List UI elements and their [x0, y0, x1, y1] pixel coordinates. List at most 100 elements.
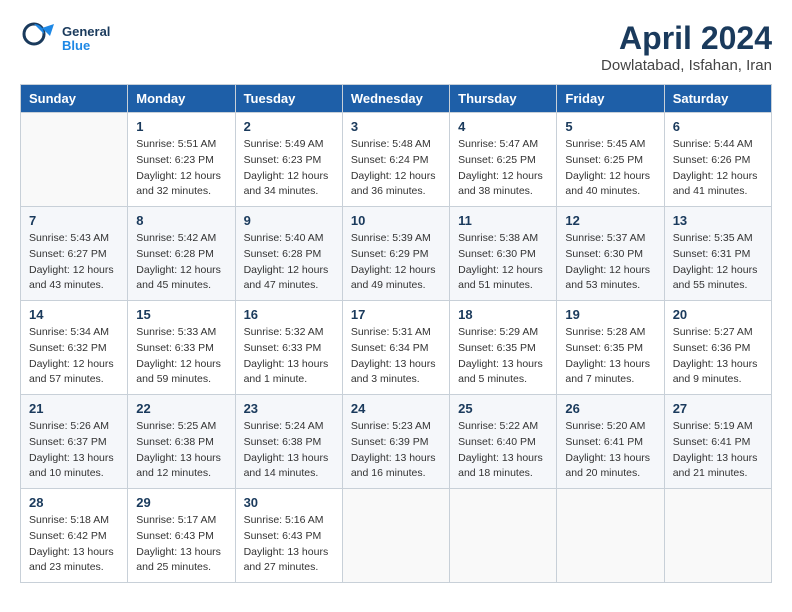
- calendar-cell: 19Sunrise: 5:28 AMSunset: 6:35 PMDayligh…: [557, 301, 664, 395]
- calendar-week-row: 21 Sunrise: 5:26 AMSunset: 6:37 PMDayligh…: [21, 395, 772, 489]
- day-details: Sunrise: 5:37 AMSunset: 6:30 PMDaylight:…: [565, 231, 655, 294]
- day-details: Sunrise: 5:38 AMSunset: 6:30 PMDaylight:…: [458, 231, 548, 294]
- location-title: Dowlatabad, Isfahan, Iran: [601, 57, 772, 74]
- calendar-cell: [664, 489, 771, 583]
- day-number: 5: [565, 119, 655, 134]
- calendar-cell: 14 Sunrise: 5:34 AMSunset: 6:32 PMDayligh…: [21, 301, 128, 395]
- day-details: Sunrise: 5:51 AMSunset: 6:23 PMDaylight:…: [136, 137, 226, 200]
- calendar-cell: 23 Sunrise: 5:24 AMSunset: 6:38 PMDayligh…: [235, 395, 342, 489]
- calendar-cell: 7 Sunrise: 5:43 AMSunset: 6:27 PMDaylight…: [21, 207, 128, 301]
- day-number: 6: [673, 119, 763, 134]
- calendar-table: SundayMondayTuesdayWednesdayThursdayFrid…: [20, 84, 772, 583]
- calendar-cell: 17Sunrise: 5:31 AMSunset: 6:34 PMDayligh…: [342, 301, 449, 395]
- day-details: Sunrise: 5:40 AMSunset: 6:28 PMDaylight:…: [244, 231, 334, 294]
- calendar-week-row: 28Sunrise: 5:18 AMSunset: 6:42 PMDayligh…: [21, 489, 772, 583]
- day-details: Sunrise: 5:39 AMSunset: 6:29 PMDaylight:…: [351, 231, 441, 294]
- day-number: 3: [351, 119, 441, 134]
- day-number: 23: [244, 401, 334, 416]
- day-number: 16: [244, 307, 334, 322]
- day-details: Sunrise: 5:44 AMSunset: 6:26 PMDaylight:…: [673, 137, 763, 200]
- logo-blue: Blue: [62, 39, 110, 53]
- calendar-cell: 9 Sunrise: 5:40 AMSunset: 6:28 PMDaylight…: [235, 207, 342, 301]
- calendar-header-monday: Monday: [128, 85, 235, 113]
- day-number: 15: [136, 307, 226, 322]
- day-number: 9: [244, 213, 334, 228]
- day-details: Sunrise: 5:49 AMSunset: 6:23 PMDaylight:…: [244, 137, 334, 200]
- day-number: 20: [673, 307, 763, 322]
- calendar-week-row: 14 Sunrise: 5:34 AMSunset: 6:32 PMDayligh…: [21, 301, 772, 395]
- calendar-cell: [450, 489, 557, 583]
- calendar-header-friday: Friday: [557, 85, 664, 113]
- day-number: 8: [136, 213, 226, 228]
- day-number: 1: [136, 119, 226, 134]
- day-number: 21: [29, 401, 119, 416]
- day-number: 4: [458, 119, 548, 134]
- day-number: 18: [458, 307, 548, 322]
- calendar-cell: 27 Sunrise: 5:19 AMSunset: 6:41 PMDayligh…: [664, 395, 771, 489]
- title-area: April 2024 Dowlatabad, Isfahan, Iran: [601, 20, 772, 74]
- day-details: Sunrise: 5:32 AMSunset: 6:33 PMDaylight:…: [244, 325, 334, 388]
- calendar-cell: 11 Sunrise: 5:38 AMSunset: 6:30 PMDayligh…: [450, 207, 557, 301]
- calendar-cell: 15 Sunrise: 5:33 AMSunset: 6:33 PMDayligh…: [128, 301, 235, 395]
- calendar-cell: 29 Sunrise: 5:17 AMSunset: 6:43 PMDayligh…: [128, 489, 235, 583]
- day-number: 2: [244, 119, 334, 134]
- calendar-header-wednesday: Wednesday: [342, 85, 449, 113]
- logo-general: General: [62, 25, 110, 39]
- calendar-cell: 16 Sunrise: 5:32 AMSunset: 6:33 PMDayligh…: [235, 301, 342, 395]
- day-details: Sunrise: 5:18 AMSunset: 6:42 PMDaylight:…: [29, 513, 119, 576]
- calendar-week-row: 1 Sunrise: 5:51 AMSunset: 6:23 PMDaylight…: [21, 113, 772, 207]
- calendar-cell: 2 Sunrise: 5:49 AMSunset: 6:23 PMDaylight…: [235, 113, 342, 207]
- month-year-title: April 2024: [601, 20, 772, 57]
- day-details: Sunrise: 5:23 AMSunset: 6:39 PMDaylight:…: [351, 419, 441, 482]
- day-details: Sunrise: 5:45 AMSunset: 6:25 PMDaylight:…: [565, 137, 655, 200]
- calendar-cell: 26 Sunrise: 5:20 AMSunset: 6:41 PMDayligh…: [557, 395, 664, 489]
- day-details: Sunrise: 5:43 AMSunset: 6:27 PMDaylight:…: [29, 231, 119, 294]
- day-number: 26: [565, 401, 655, 416]
- day-number: 12: [565, 213, 655, 228]
- day-details: Sunrise: 5:48 AMSunset: 6:24 PMDaylight:…: [351, 137, 441, 200]
- day-details: Sunrise: 5:20 AMSunset: 6:41 PMDaylight:…: [565, 419, 655, 482]
- day-number: 24: [351, 401, 441, 416]
- calendar-cell: 6 Sunrise: 5:44 AMSunset: 6:26 PMDaylight…: [664, 113, 771, 207]
- calendar-cell: [342, 489, 449, 583]
- day-details: Sunrise: 5:17 AMSunset: 6:43 PMDaylight:…: [136, 513, 226, 576]
- day-number: 14: [29, 307, 119, 322]
- calendar-cell: 24 Sunrise: 5:23 AMSunset: 6:39 PMDayligh…: [342, 395, 449, 489]
- day-details: Sunrise: 5:34 AMSunset: 6:32 PMDaylight:…: [29, 325, 119, 388]
- calendar-header-thursday: Thursday: [450, 85, 557, 113]
- day-number: 29: [136, 495, 226, 510]
- day-details: Sunrise: 5:27 AMSunset: 6:36 PMDaylight:…: [673, 325, 763, 388]
- calendar-cell: 28Sunrise: 5:18 AMSunset: 6:42 PMDayligh…: [21, 489, 128, 583]
- page-header: General Blue April 2024 Dowlatabad, Isfa…: [20, 20, 772, 74]
- day-details: Sunrise: 5:24 AMSunset: 6:38 PMDaylight:…: [244, 419, 334, 482]
- day-details: Sunrise: 5:42 AMSunset: 6:28 PMDaylight:…: [136, 231, 226, 294]
- day-details: Sunrise: 5:19 AMSunset: 6:41 PMDaylight:…: [673, 419, 763, 482]
- calendar-header-saturday: Saturday: [664, 85, 771, 113]
- calendar-week-row: 7 Sunrise: 5:43 AMSunset: 6:27 PMDaylight…: [21, 207, 772, 301]
- calendar-cell: 25 Sunrise: 5:22 AMSunset: 6:40 PMDayligh…: [450, 395, 557, 489]
- logo: General Blue: [20, 20, 110, 58]
- day-details: Sunrise: 5:22 AMSunset: 6:40 PMDaylight:…: [458, 419, 548, 482]
- day-number: 25: [458, 401, 548, 416]
- day-number: 11: [458, 213, 548, 228]
- day-details: Sunrise: 5:26 AMSunset: 6:37 PMDaylight:…: [29, 419, 119, 482]
- calendar-cell: 21 Sunrise: 5:26 AMSunset: 6:37 PMDayligh…: [21, 395, 128, 489]
- day-number: 27: [673, 401, 763, 416]
- calendar-cell: 1 Sunrise: 5:51 AMSunset: 6:23 PMDaylight…: [128, 113, 235, 207]
- calendar-cell: 18 Sunrise: 5:29 AMSunset: 6:35 PMDayligh…: [450, 301, 557, 395]
- day-details: Sunrise: 5:47 AMSunset: 6:25 PMDaylight:…: [458, 137, 548, 200]
- calendar-cell: 13 Sunrise: 5:35 AMSunset: 6:31 PMDayligh…: [664, 207, 771, 301]
- day-number: 17: [351, 307, 441, 322]
- day-number: 7: [29, 213, 119, 228]
- calendar-cell: 4 Sunrise: 5:47 AMSunset: 6:25 PMDaylight…: [450, 113, 557, 207]
- day-number: 19: [565, 307, 655, 322]
- calendar-cell: 8 Sunrise: 5:42 AMSunset: 6:28 PMDaylight…: [128, 207, 235, 301]
- day-details: Sunrise: 5:33 AMSunset: 6:33 PMDaylight:…: [136, 325, 226, 388]
- calendar-cell: 20 Sunrise: 5:27 AMSunset: 6:36 PMDayligh…: [664, 301, 771, 395]
- day-details: Sunrise: 5:29 AMSunset: 6:35 PMDaylight:…: [458, 325, 548, 388]
- day-number: 13: [673, 213, 763, 228]
- day-details: Sunrise: 5:16 AMSunset: 6:43 PMDaylight:…: [244, 513, 334, 576]
- day-number: 22: [136, 401, 226, 416]
- day-details: Sunrise: 5:35 AMSunset: 6:31 PMDaylight:…: [673, 231, 763, 294]
- calendar-cell: 12 Sunrise: 5:37 AMSunset: 6:30 PMDayligh…: [557, 207, 664, 301]
